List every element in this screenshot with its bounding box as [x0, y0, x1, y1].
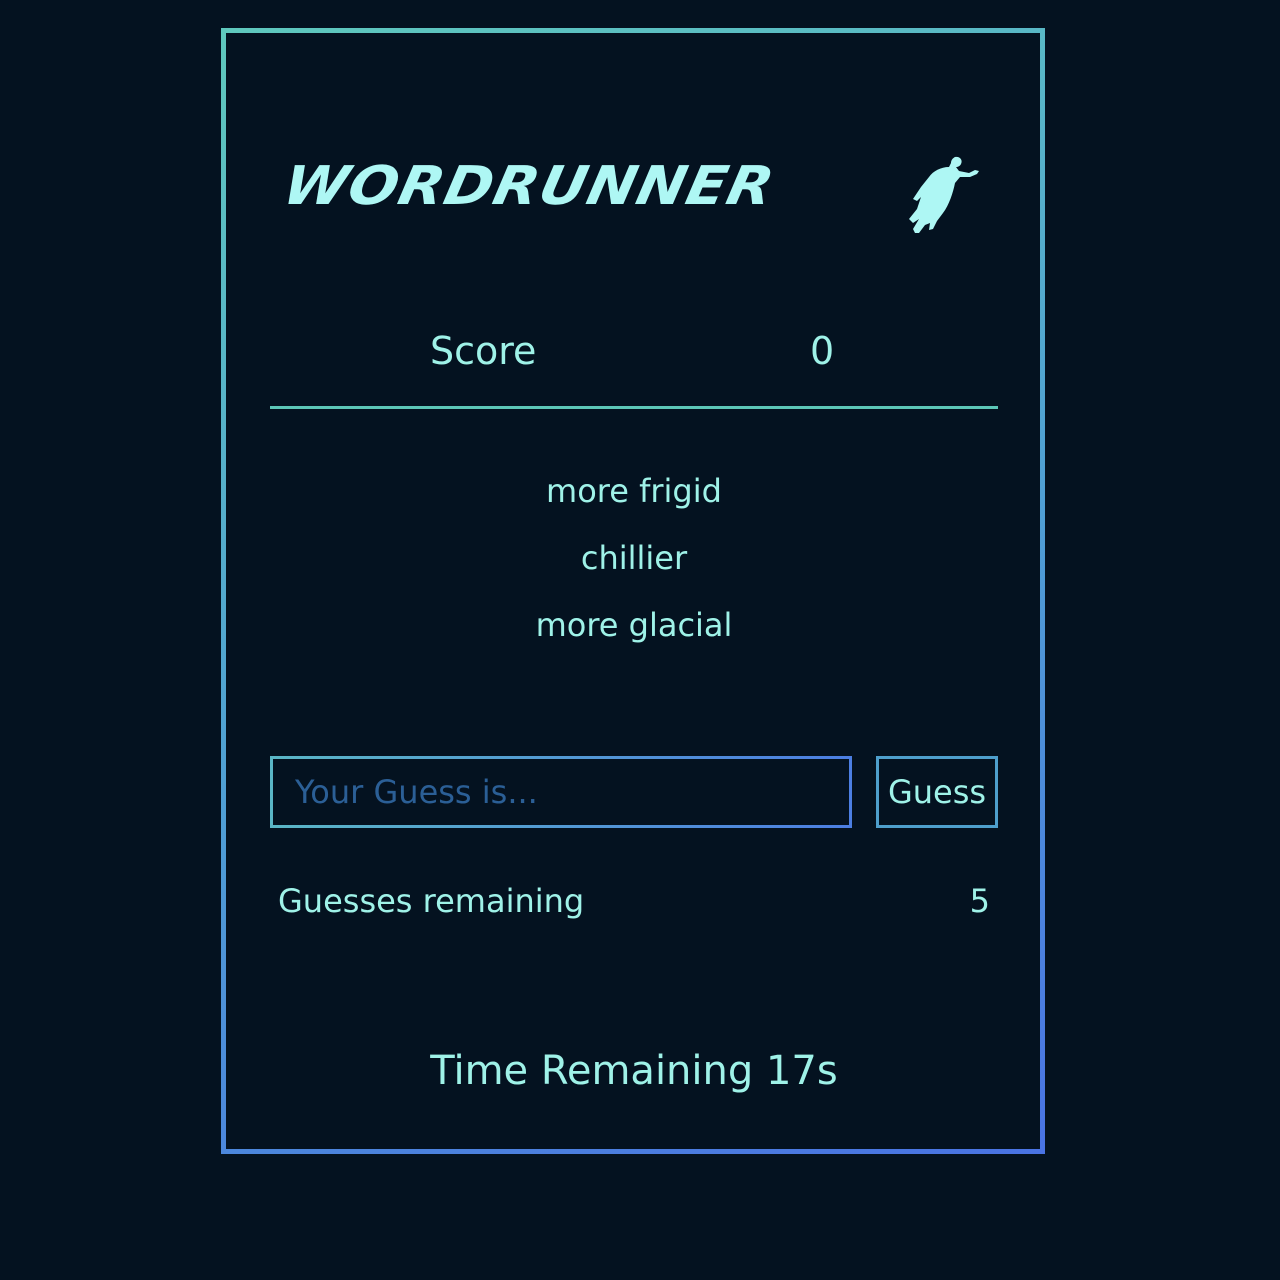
clue-list: more frigid chillier more glacial [270, 463, 998, 664]
clue-item: more glacial [535, 606, 733, 644]
clue-item: more frigid [546, 472, 722, 510]
guesses-remaining-row: Guesses remaining 5 [278, 873, 990, 929]
score-value: 0 [810, 329, 835, 373]
time-remaining-label: Time Remaining [430, 1048, 754, 1094]
guess-input[interactable] [270, 756, 852, 828]
time-remaining: Time Remaining 17s [270, 1041, 998, 1101]
runner-icon [909, 156, 979, 233]
clue-item: chillier [580, 539, 688, 577]
guesses-remaining-value: 5 [969, 882, 990, 920]
game-frame: WORDRUNNER Score 0 more frigid chillier … [221, 28, 1045, 1154]
score-row: Score 0 [270, 323, 998, 383]
game-logo: WORDRUNNER [277, 154, 781, 217]
guesses-remaining-label: Guesses remaining [278, 882, 585, 920]
score-label: Score [430, 329, 537, 373]
divider [270, 406, 998, 409]
game-card: WORDRUNNER Score 0 more frigid chillier … [226, 33, 1040, 1149]
time-remaining-value: 17s [765, 1048, 838, 1094]
guess-button[interactable]: Guess [876, 756, 998, 828]
